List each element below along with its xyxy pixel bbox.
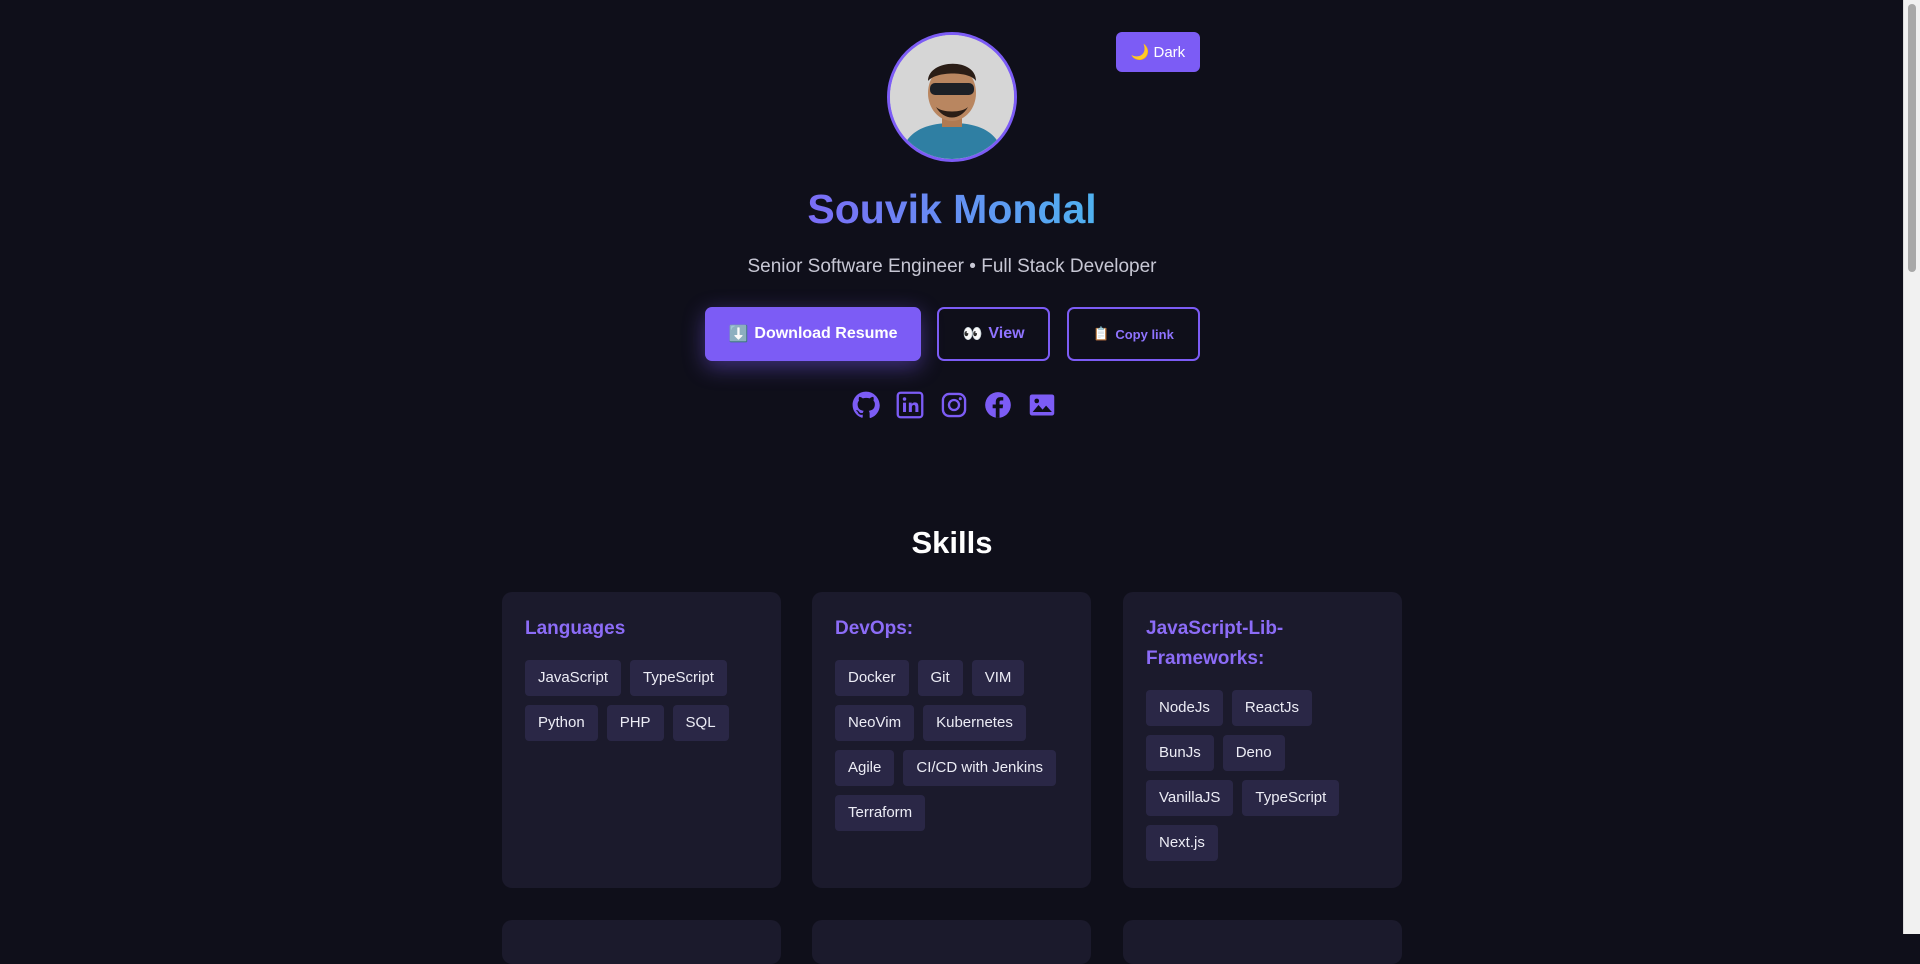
skill-card-partial	[812, 920, 1091, 964]
profile-name: Souvik Mondal	[807, 186, 1097, 232]
download-resume-label: Download Resume	[754, 325, 898, 342]
skill-card-partial	[1123, 920, 1402, 964]
skill-card-partial	[502, 920, 781, 964]
skill-tag: VanillaJS	[1146, 780, 1234, 816]
skill-card-title: Languages	[525, 618, 626, 639]
facebook-icon[interactable]	[984, 391, 1012, 419]
skill-tag: CI/CD with Jenkins	[903, 750, 1057, 786]
profile-subtitle: Senior Software Engineer • Full Stack De…	[747, 256, 1157, 277]
skill-tag: Docker	[835, 660, 909, 696]
skill-tag: Git	[917, 660, 963, 696]
view-resume-button[interactable]: 👀 View	[937, 307, 1050, 361]
skill-card-devops: DevOps: Docker Git VIM NeoVim Kubernetes…	[812, 592, 1091, 888]
skill-card-title: DevOps:	[835, 618, 914, 639]
skill-tags: NodeJs ReactJs BunJs Deno VanillaJS Type…	[1146, 690, 1379, 861]
skill-tag: PHP	[606, 705, 664, 741]
download-resume-button[interactable]: ⬇️ Download Resume	[705, 307, 921, 361]
skill-tag: SQL	[672, 705, 729, 741]
skill-tag: NodeJs	[1146, 690, 1223, 726]
skill-card-title: JavaScript-Lib-Frameworks:	[1146, 618, 1284, 669]
page-scrollbar[interactable]	[1903, 0, 1920, 934]
download-icon: ⬇️	[728, 326, 749, 343]
skill-tag: ReactJs	[1231, 690, 1313, 726]
skill-card-languages: Languages JavaScript TypeScript Python P…	[502, 592, 781, 888]
copy-link-button[interactable]: 📋 Copy link	[1067, 307, 1200, 361]
skill-tag: Kubernetes	[923, 705, 1026, 741]
theme-toggle-label: Dark	[1153, 43, 1186, 61]
clipboard-icon: 📋	[1093, 326, 1110, 341]
social-links	[852, 391, 1056, 419]
view-label: View	[988, 325, 1025, 342]
github-icon[interactable]	[852, 391, 880, 419]
skill-tag: Next.js	[1146, 825, 1218, 861]
profile-avatar	[887, 32, 1017, 162]
skill-tag: Python	[525, 705, 598, 741]
skill-tag: Agile	[835, 750, 895, 786]
skill-tags: JavaScript TypeScript Python PHP SQL	[525, 660, 758, 741]
skill-tag: Deno	[1222, 735, 1285, 771]
theme-toggle-button[interactable]: 🌙 Dark	[1116, 32, 1200, 72]
linkedin-icon[interactable]	[896, 391, 924, 419]
copy-link-label: Copy link	[1115, 326, 1174, 342]
moon-icon: 🌙	[1130, 44, 1150, 61]
skill-tag: TypeScript	[1242, 780, 1340, 816]
skill-tag: NeoVim	[835, 705, 915, 741]
skill-tag: Terraform	[835, 795, 926, 831]
page: 🌙 Dark Souvik Mondal Senior Software Eng…	[0, 0, 1904, 964]
instagram-icon[interactable]	[940, 391, 968, 419]
gallery-icon[interactable]	[1028, 391, 1056, 419]
skills-heading: Skills	[911, 525, 993, 560]
skill-tag: TypeScript	[630, 660, 727, 696]
skill-tags: Docker Git VIM NeoVim Kubernetes Agile C…	[835, 660, 1068, 831]
skill-tag: BunJs	[1146, 735, 1214, 771]
eyes-icon: 👀	[962, 326, 983, 343]
skill-card-javascript-frameworks: JavaScript-Lib-Frameworks: NodeJs ReactJ…	[1123, 592, 1402, 888]
skill-tag: JavaScript	[525, 660, 622, 696]
scrollbar-thumb[interactable]	[1908, 4, 1916, 272]
skill-tag: VIM	[971, 660, 1025, 696]
